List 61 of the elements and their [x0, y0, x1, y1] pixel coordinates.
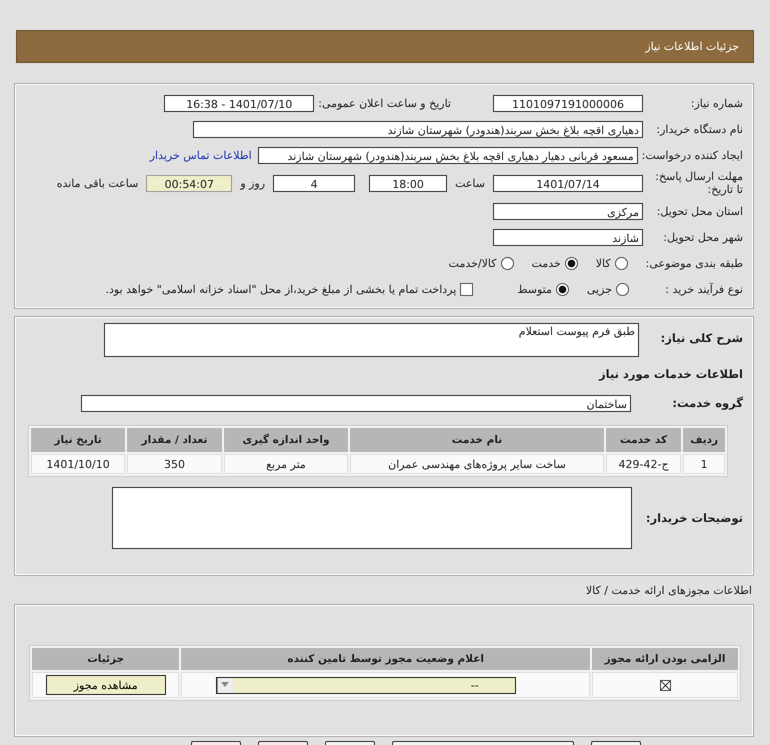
field-label: ایجاد کننده درخواست: — [642, 148, 743, 162]
field-label: نام دستگاه خریدار: — [655, 122, 743, 136]
column-header: تاریخ نیاز — [31, 428, 126, 452]
table-cell: 350 — [127, 454, 222, 474]
table-cell: 1401/10/10 — [31, 454, 126, 474]
column-header: نام خدمت — [350, 428, 604, 452]
status-dropdown[interactable]: -- — [216, 676, 516, 694]
option-label: خدمت — [532, 256, 561, 270]
column-header: جزئیات — [32, 648, 180, 670]
text-field[interactable]: مرکزی — [493, 202, 643, 220]
text-field[interactable]: 1401/07/10 - 16:38 — [164, 94, 314, 112]
checkbox-label: پرداخت تمام یا بخشی از مبلغ خرید،از محل "اسناد خزانه اسلامی" خواهد بود. — [106, 282, 456, 296]
table-cell: ج-42-429 — [606, 454, 682, 474]
section-title: اطلاعات خدمات مورد نیاز — [599, 367, 743, 381]
column-header: واحد اندازه گیری — [224, 428, 348, 452]
text-field[interactable]: ساختمان — [81, 394, 631, 412]
field-label: شماره نیاز: — [690, 96, 743, 110]
column-header: ردیف — [683, 428, 725, 452]
column-header: تعداد / مقدار — [127, 428, 222, 452]
checkbox[interactable] — [460, 282, 474, 296]
radio-button[interactable] — [556, 282, 569, 296]
radio-button[interactable] — [564, 256, 578, 270]
field-label: گروه خدمت: — [671, 396, 743, 410]
field-label: توضیحات خریدار: — [646, 511, 743, 525]
option-label: کالا — [596, 256, 611, 270]
field-label: مهلت ارسال پاسخ: تا تاریخ: — [654, 170, 743, 196]
column-header: الزامی بودن ارائه مجوز — [592, 648, 738, 670]
option-label: متوسط — [517, 282, 552, 296]
field-label: ساعت باقی مانده — [56, 176, 138, 190]
field-label: روز و — [240, 176, 266, 190]
radio-button[interactable] — [500, 256, 514, 270]
radio-button[interactable] — [614, 256, 628, 270]
text-field[interactable]: دهیاری اقچه بلاغ بخش سربند(هندودر) شهرستان شازند — [193, 120, 643, 138]
table-cell: متر مربع — [224, 454, 348, 474]
field-label: ساعت — [455, 176, 485, 190]
section-title: اطلاعات مجوزهای ارائه خدمت / کالا — [584, 584, 753, 598]
notes-field[interactable] — [112, 487, 632, 549]
contact-link[interactable]: اطلاعات تماس خریدار — [150, 148, 252, 162]
option-label: کالا/خدمت — [448, 256, 496, 270]
text-field[interactable]: 1401/07/14 — [493, 174, 643, 192]
countdown-field: 00:54:07 — [146, 174, 232, 192]
text-field[interactable]: 4 — [273, 174, 356, 192]
text-field[interactable]: 1101097191000006 — [493, 94, 643, 112]
page-header: جزئیات اطلاعات نیاز — [16, 30, 754, 63]
field-label: شرح کلی نیاز: — [660, 331, 743, 345]
column-header: کد خدمت — [606, 428, 682, 452]
option-label: جزیی — [586, 282, 612, 296]
column-header: اعلام وضعیت مجوز توسط تامین کننده — [181, 648, 590, 670]
text-field[interactable]: شازند — [493, 228, 643, 246]
text-area[interactable]: طبق فرم پیوست استعلام — [104, 323, 639, 357]
field-label: طبقه بندی موضوعی: — [646, 256, 743, 270]
text-field[interactable]: 18:00 — [369, 174, 448, 192]
text-field[interactable]: مسعود قربانی دهیار دهیاری اقچه بلاغ بخش سربند(هندودر) شهرستان شازند — [258, 146, 638, 164]
field-label: نوع فرآیند خرید : — [664, 282, 743, 296]
field-label: استان محل تحویل: — [656, 204, 743, 218]
table-cell: ساخت سایر پروژه‌های مهندسی عمران — [350, 454, 604, 474]
view-license-button[interactable]: مشاهده مجوز — [46, 675, 166, 695]
table-cell: 1 — [683, 454, 725, 474]
field-label: شهر محل تحویل: — [662, 230, 743, 244]
field-label: تاریخ و ساعت اعلان عمومی: — [318, 96, 451, 110]
radio-button[interactable] — [616, 282, 629, 296]
